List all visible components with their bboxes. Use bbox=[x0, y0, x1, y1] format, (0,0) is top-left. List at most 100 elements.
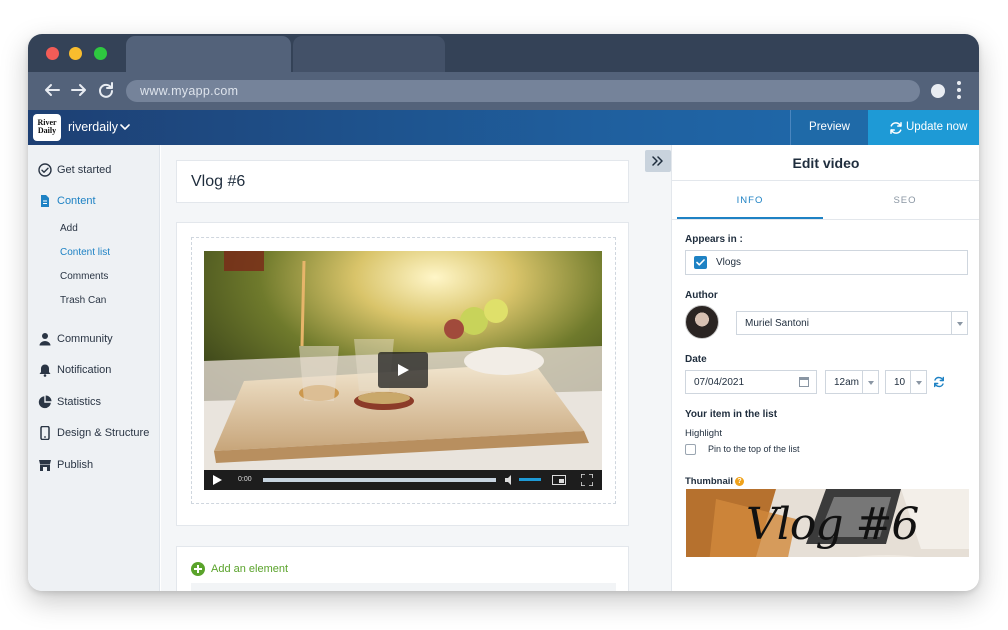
video-progress-bar[interactable] bbox=[263, 478, 496, 482]
sidebar-subitem-trash-can[interactable]: Trash Can bbox=[60, 293, 106, 309]
sidebar-item-statistics[interactable]: Statistics bbox=[38, 392, 101, 412]
browser-menu-icon[interactable] bbox=[956, 81, 962, 101]
document-icon bbox=[41, 195, 49, 207]
refresh-icon[interactable] bbox=[933, 376, 945, 388]
profile-icon[interactable] bbox=[931, 84, 945, 98]
sidebar-item-get-started[interactable]: Get started bbox=[38, 160, 111, 180]
title-card: Vlog #6 bbox=[176, 160, 629, 203]
sidebar-item-label: Notification bbox=[57, 364, 112, 376]
close-window-button[interactable] bbox=[46, 47, 59, 60]
appears-in-value: Vlogs bbox=[716, 257, 742, 268]
help-icon[interactable]: ? bbox=[735, 477, 745, 486]
browser-window: www.myapp.com River Daily riverdaily Prev… bbox=[28, 34, 979, 591]
reload-icon[interactable] bbox=[95, 79, 117, 101]
sidebar-subitem-comments[interactable]: Comments bbox=[60, 269, 108, 285]
sidebar-subitem-content-list[interactable]: Content list bbox=[60, 245, 110, 261]
avatar bbox=[685, 305, 719, 339]
sidebar-item-label: Publish bbox=[57, 459, 94, 471]
video-controls: 0:00 bbox=[204, 470, 602, 490]
maximize-window-button[interactable] bbox=[94, 47, 107, 60]
sidebar-item-label: Statistics bbox=[57, 396, 102, 408]
update-now-button[interactable]: Update now bbox=[868, 110, 979, 145]
picture-in-picture-icon[interactable] bbox=[552, 475, 566, 485]
sidebar-subitem-add[interactable]: Add bbox=[60, 221, 78, 237]
sidebar-item-label: Content bbox=[57, 195, 96, 207]
add-element-card: Add an element bbox=[176, 546, 629, 591]
browser-toolbar: www.myapp.com bbox=[28, 72, 979, 110]
minute-value: 10 bbox=[894, 377, 906, 388]
browser-tab-active[interactable] bbox=[126, 36, 291, 72]
pin-to-top-checkbox[interactable] bbox=[685, 444, 696, 455]
plus-icon bbox=[191, 562, 205, 576]
add-element-label: Add an element bbox=[211, 563, 289, 575]
thumbnail-image[interactable]: Vlog #6 bbox=[686, 489, 969, 557]
forward-arrow-icon[interactable] bbox=[68, 79, 90, 101]
author-label: Author bbox=[685, 290, 718, 301]
date-input[interactable]: 07/04/2021 bbox=[685, 370, 817, 394]
sidebar-item-design-structure[interactable]: Design & Structure bbox=[38, 423, 149, 443]
minute-select[interactable]: 10 bbox=[885, 370, 927, 394]
tab-seo[interactable]: SEO bbox=[832, 182, 978, 219]
add-element-button[interactable]: Add an element bbox=[191, 561, 288, 577]
tab-info[interactable]: INFO bbox=[677, 182, 823, 219]
bell-icon bbox=[39, 364, 51, 377]
play-icon bbox=[398, 364, 409, 376]
site-switcher-label[interactable]: riverdaily bbox=[68, 110, 118, 145]
chevron-down-icon bbox=[862, 371, 878, 393]
sidebar: Get started Content Add Content list Com… bbox=[28, 145, 160, 591]
sidebar-item-community[interactable]: Community bbox=[38, 329, 113, 349]
app-header: River Daily riverdaily Preview Update now bbox=[28, 110, 979, 145]
browser-tab[interactable] bbox=[293, 36, 445, 72]
play-overlay-button[interactable] bbox=[378, 352, 428, 388]
hour-value: 12am bbox=[834, 377, 860, 388]
highlight-label: Highlight bbox=[685, 428, 722, 439]
pie-chart-icon bbox=[38, 395, 52, 409]
browser-tab-strip bbox=[28, 34, 979, 72]
hour-select[interactable]: 12am bbox=[825, 370, 879, 394]
appears-in-field[interactable]: Vlogs bbox=[685, 250, 968, 275]
chevron-down-icon bbox=[951, 312, 967, 334]
chevron-down-icon bbox=[910, 371, 926, 393]
store-icon bbox=[39, 460, 51, 471]
address-bar[interactable]: www.myapp.com bbox=[126, 80, 920, 102]
sidebar-item-publish[interactable]: Publish bbox=[38, 455, 93, 475]
pin-to-top-label: Pin to the top of the list bbox=[708, 444, 800, 454]
sidebar-item-label: Community bbox=[57, 333, 113, 345]
preview-button[interactable]: Preview bbox=[790, 110, 868, 145]
panel-title: Edit video bbox=[672, 145, 979, 181]
double-chevron-right-icon bbox=[652, 156, 663, 166]
sidebar-item-notification[interactable]: Notification bbox=[38, 360, 111, 380]
sync-icon bbox=[890, 122, 902, 134]
author-select[interactable]: Muriel Santoni bbox=[736, 311, 968, 335]
person-icon bbox=[39, 333, 51, 346]
fullscreen-icon[interactable] bbox=[581, 474, 593, 486]
author-value: Muriel Santoni bbox=[745, 318, 809, 329]
collapse-panel-button[interactable] bbox=[645, 150, 671, 172]
sidebar-item-label: Design & Structure bbox=[57, 427, 150, 439]
minimize-window-button[interactable] bbox=[69, 47, 82, 60]
mobile-icon bbox=[40, 426, 50, 440]
thumbnail-overlay-text: Vlog #6 bbox=[746, 499, 919, 550]
appears-in-checkbox[interactable] bbox=[694, 256, 707, 269]
video-player[interactable]: 0:00 bbox=[204, 251, 602, 490]
checkmark-icon bbox=[696, 259, 705, 266]
back-arrow-icon[interactable] bbox=[41, 79, 63, 101]
appears-in-label: Appears in : bbox=[685, 234, 743, 245]
date-value: 07/04/2021 bbox=[694, 377, 745, 388]
title-input[interactable]: Vlog #6 bbox=[191, 161, 245, 203]
calendar-icon[interactable] bbox=[799, 377, 809, 387]
volume-slider[interactable] bbox=[519, 478, 541, 481]
site-logo[interactable]: River Daily bbox=[33, 114, 61, 141]
divider bbox=[672, 219, 979, 220]
thumbnail-label: Thumbnail bbox=[685, 476, 734, 487]
sidebar-item-content[interactable]: Content bbox=[38, 191, 96, 211]
date-label: Date bbox=[685, 354, 707, 365]
check-circle-icon bbox=[38, 163, 52, 177]
volume-icon[interactable] bbox=[505, 475, 515, 485]
sidebar-item-label: Get started bbox=[57, 164, 112, 176]
thumbnail-label-row: Thumbnail? bbox=[685, 476, 745, 487]
element-placeholder bbox=[191, 583, 616, 591]
edit-video-panel: Edit video INFO SEO Appears in : Vlogs A… bbox=[671, 145, 979, 591]
play-icon[interactable] bbox=[213, 475, 222, 485]
chevron-down-icon[interactable] bbox=[120, 122, 130, 132]
